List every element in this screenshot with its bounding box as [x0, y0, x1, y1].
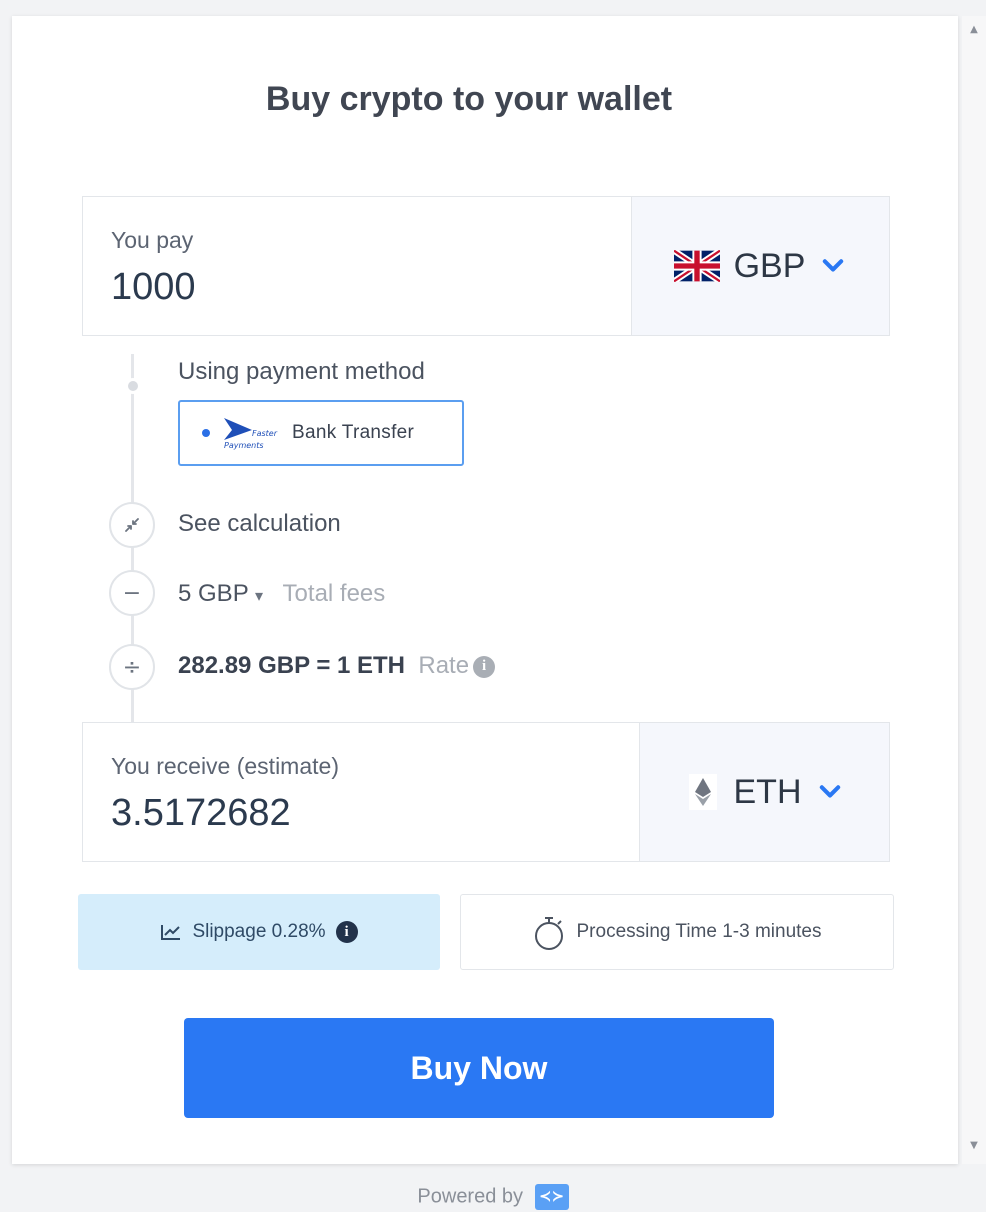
powered-by-label: Powered by [417, 1185, 524, 1208]
minus-symbol: − [122, 580, 142, 606]
rate-row: 282.89 GBP = 1 ETH Rate i [178, 652, 496, 680]
provider-logo-icon[interactable]: ≺≻ [534, 1184, 569, 1210]
info-icon[interactable]: i [335, 921, 358, 943]
fees-amount[interactable]: 5 GBP [178, 580, 248, 607]
powered-by-footer: Powered by ≺≻ [0, 1184, 986, 1210]
pay-currency-select[interactable]: GBP [631, 197, 889, 335]
pay-amount-input[interactable]: 1000 [111, 266, 631, 309]
receive-amount-field[interactable]: You receive (estimate) 3.5172682 [83, 723, 639, 861]
rate-label: Rate [418, 652, 470, 679]
scrollbar[interactable]: ▲ ▼ [962, 16, 986, 1164]
receive-currency-select[interactable]: ETH [639, 723, 889, 861]
receive-amount-input[interactable]: 3.5172682 [111, 792, 639, 835]
compress-icon[interactable] [109, 502, 155, 548]
stopwatch-icon [534, 917, 563, 950]
chevron-down-icon [823, 259, 844, 272]
svg-text:Faster: Faster [252, 429, 278, 438]
svg-text:Payments: Payments [224, 441, 264, 450]
uk-flag-icon [673, 250, 720, 282]
payment-method-label: Using payment method [178, 358, 425, 385]
pay-label: You pay [111, 227, 194, 253]
caret-down-icon[interactable]: ▾ [255, 588, 263, 605]
chevron-down-icon [819, 785, 840, 798]
see-calculation-link[interactable]: See calculation [178, 510, 341, 538]
receive-amount-box: You receive (estimate) 3.5172682 ETH [82, 722, 890, 862]
buy-widget: Buy crypto to your wallet You pay 1000 G… [12, 16, 958, 1164]
minus-icon: − [109, 570, 155, 616]
fees-row: 5 GBP ▾ Total fees [178, 580, 385, 608]
chart-icon [161, 925, 181, 940]
scroll-up-icon[interactable]: ▲ [962, 24, 986, 35]
slippage-label: Slippage 0.28% [192, 921, 326, 942]
processing-time-label: Processing Time 1-3 minutes [576, 921, 822, 942]
scroll-down-icon[interactable]: ▼ [962, 1140, 986, 1151]
divide-icon: ÷ [109, 644, 155, 690]
buy-now-button[interactable]: Buy Now [184, 1018, 774, 1118]
rate-value: 282.89 GBP = 1 ETH [178, 652, 406, 679]
pay-currency-code: GBP [733, 246, 806, 285]
ethereum-icon [688, 774, 717, 810]
info-icon[interactable]: i [473, 655, 496, 678]
widget-title: Buy crypto to your wallet [265, 80, 673, 118]
divide-symbol: ÷ [122, 654, 142, 680]
processing-time-chip: Processing Time 1-3 minutes [460, 894, 894, 970]
pay-amount-box: You pay 1000 GBP [82, 196, 890, 336]
timeline-dot [125, 378, 141, 394]
payment-method-name: Bank Transfer [292, 422, 415, 443]
pay-amount-field[interactable]: You pay 1000 [83, 197, 631, 335]
receive-currency-code: ETH [733, 772, 802, 811]
slippage-chip[interactable]: Slippage 0.28% i [78, 894, 440, 970]
fees-label: Total fees [282, 580, 386, 607]
receive-label: You receive (estimate) [111, 753, 339, 779]
selected-indicator [202, 429, 210, 437]
faster-payments-logo: Faster Payments [224, 418, 278, 450]
payment-method-option[interactable]: Faster Payments Bank Transfer [178, 400, 464, 466]
